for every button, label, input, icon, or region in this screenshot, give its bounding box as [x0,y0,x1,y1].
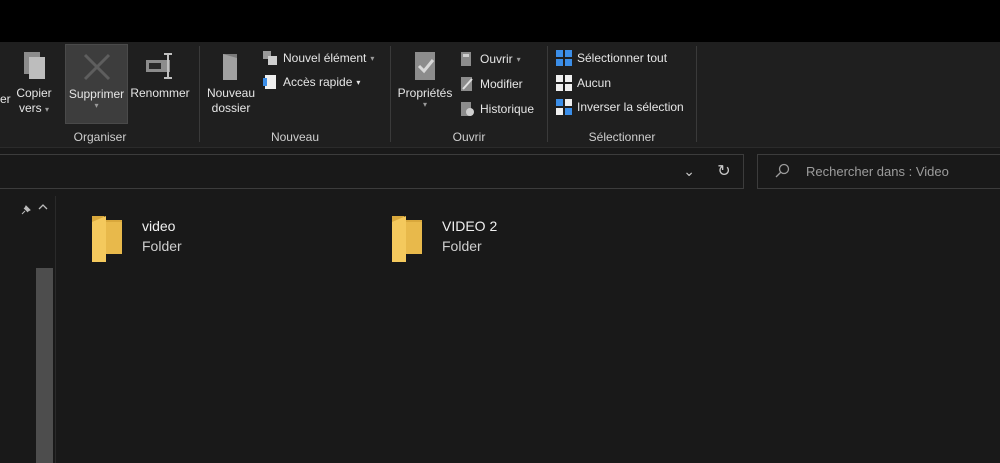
history-icon [461,102,474,116]
file-list: video Folder VIDEO 2 Folder [56,196,1000,463]
address-bar-area: ⌄ ↻ Rechercher dans : Video [0,148,1000,196]
chevron-down-icon: ▾ [94,101,99,110]
delete-label: Supprimer [68,87,125,101]
new-item-button[interactable]: Nouvel élément ▾ [262,48,374,68]
item-type: Folder [442,238,482,254]
copy-label-1: Copier [16,86,52,100]
edit-label: Modifier [480,77,523,91]
properties-button[interactable]: Propriétés ▾ [393,44,457,124]
quick-access-label: Accès rapide [283,75,353,89]
invert-selection-icon [556,99,572,115]
move-to-button[interactable]: er [0,44,12,124]
new-folder-label-1: Nouveau [206,86,256,100]
search-input[interactable]: Rechercher dans : Video [757,154,1000,189]
scrollbar-thumb[interactable] [36,268,53,463]
item-type: Folder [142,238,182,254]
group-organiser: er Copier vers ▾ Supprimer ▾ Renommer Or… [0,42,200,148]
item-name: VIDEO 2 [442,218,498,234]
folder-item[interactable]: VIDEO 2 Folder [390,210,590,270]
properties-icon [415,52,435,80]
invert-selection-button[interactable]: Inverser la sélection [556,97,684,117]
open-icon [461,52,471,66]
group-label-nouveau: Nouveau [270,130,320,144]
new-folder-icon [223,54,237,80]
group-nouveau: Nouveau dossier Nouvel élément ▾ Accès r… [200,42,390,148]
open-label: Ouvrir [480,52,513,66]
move-icon [0,50,12,82]
delete-x-icon [83,53,110,81]
new-folder-button[interactable]: Nouveau dossier [204,44,258,124]
chevron-down-icon: ▾ [356,77,361,87]
quick-access-icon [263,75,276,89]
new-item-icon [263,51,277,65]
chevron-down-icon: ▾ [422,100,427,109]
group-label-selectionner: Sélectionner [588,130,656,144]
item-name: video [142,218,176,234]
rename-button[interactable]: Renommer [128,44,192,124]
select-all-label: Sélectionner tout [577,51,668,65]
select-none-label: Aucun [577,76,612,90]
rename-icon [146,53,172,79]
scroll-up-icon[interactable] [38,202,48,214]
folder-item[interactable]: video Folder [90,210,290,270]
select-none-icon [556,75,572,91]
move-label: er [0,92,11,106]
folder-icon [92,216,122,262]
ribbon: er Copier vers ▾ Supprimer ▾ Renommer Or… [0,42,1000,148]
edit-icon [461,77,473,91]
navigation-pane[interactable] [0,196,56,463]
folder-icon [392,216,422,262]
copy-label-2: vers ▾ [18,101,50,115]
search-placeholder: Rechercher dans : Video [806,164,949,179]
invert-selection-label: Inverser la sélection [577,100,684,114]
group-ouvrir: Propriétés ▾ Ouvrir ▾ Modifier Historiqu… [391,42,547,148]
properties-label: Propriétés [397,86,453,100]
group-label-organiser: Organiser [73,130,127,144]
copy-icon [24,52,45,79]
copy-to-button[interactable]: Copier vers ▾ [12,44,56,124]
select-all-icon [556,50,572,66]
address-field[interactable]: ⌄ ↻ [0,154,744,189]
history-label: Historique [480,102,535,116]
refresh-icon[interactable]: ↻ [713,161,735,183]
new-folder-label-2: dossier [211,101,251,115]
delete-button[interactable]: Supprimer ▾ [65,44,128,124]
select-none-button[interactable]: Aucun [556,73,611,93]
quick-access-button[interactable]: Accès rapide ▾ [262,72,360,92]
chevron-down-icon: ▾ [370,53,375,63]
edit-button[interactable]: Modifier [459,74,523,94]
ribbon-separator [696,46,697,142]
rename-label: Renommer [130,86,190,100]
search-icon [775,163,790,178]
select-all-button[interactable]: Sélectionner tout [556,48,667,68]
chevron-down-icon: ▾ [516,54,521,64]
title-bar [0,0,1000,42]
group-label-ouvrir: Ouvrir [452,130,486,144]
group-selectionner: Sélectionner tout Aucun Inverser la séle… [548,42,696,148]
new-item-label: Nouvel élément [283,51,367,65]
open-button[interactable]: Ouvrir ▾ [459,49,521,69]
chevron-down-icon[interactable]: ⌄ [683,163,695,180]
history-button[interactable]: Historique [459,99,534,119]
pin-icon[interactable] [20,204,32,219]
